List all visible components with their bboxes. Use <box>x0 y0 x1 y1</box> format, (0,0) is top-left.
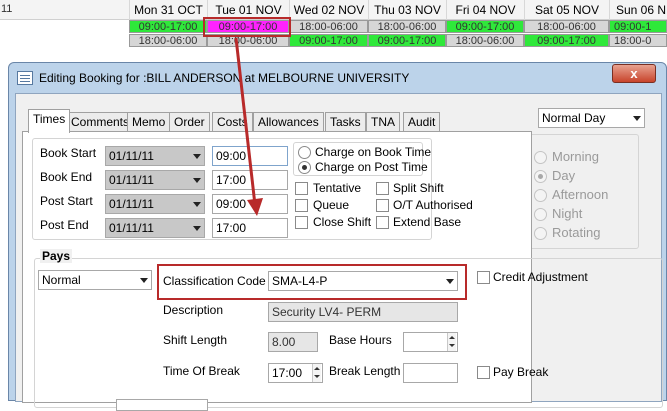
annotation-arrow <box>234 37 263 216</box>
arrow-line <box>234 37 257 206</box>
tab-times[interactable]: Times <box>28 109 71 133</box>
arrow-head <box>247 198 263 216</box>
